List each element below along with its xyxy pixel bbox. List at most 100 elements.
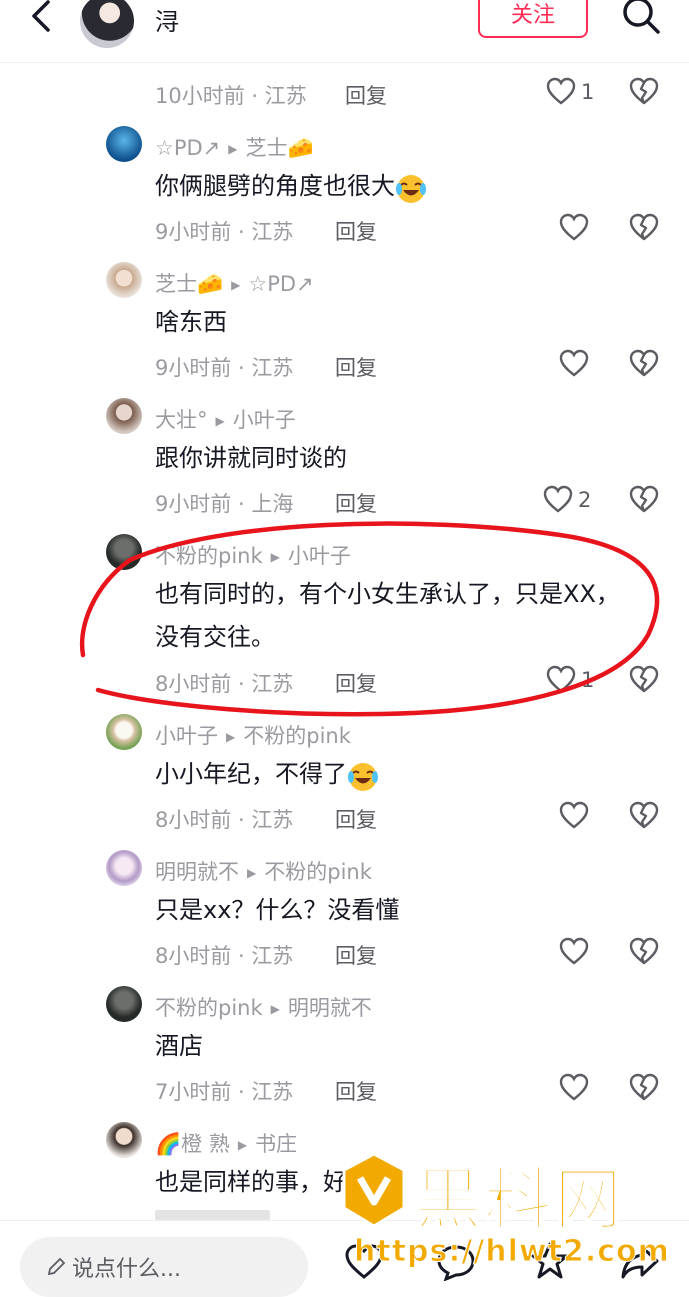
like-button[interactable]: 1 bbox=[545, 76, 605, 112]
reply-button[interactable]: 回复 bbox=[335, 216, 377, 246]
comment-avatar[interactable] bbox=[106, 714, 142, 750]
reply-button[interactable]: 回复 bbox=[335, 940, 377, 970]
like-button[interactable] bbox=[558, 936, 618, 972]
comment-text: 你俩腿劈的角度也很大 bbox=[155, 160, 427, 213]
comment-avatar[interactable] bbox=[106, 126, 142, 162]
broken-heart-icon bbox=[629, 665, 659, 693]
search-button[interactable] bbox=[618, 0, 664, 36]
dislike-button[interactable] bbox=[628, 936, 662, 972]
like-button[interactable]: 2 bbox=[542, 484, 602, 520]
comment-text: 跟你讲就同时谈的 bbox=[155, 444, 347, 472]
follow-button[interactable]: 关注 bbox=[478, 0, 588, 38]
comment-avatar[interactable] bbox=[106, 986, 142, 1022]
reply-arrow-icon: ▶ bbox=[231, 278, 241, 292]
comment-input[interactable]: 说点什么... bbox=[20, 1237, 308, 1297]
comment-meta: 9小时前 · 江苏 bbox=[155, 356, 294, 380]
reply-button[interactable]: 回复 bbox=[345, 80, 387, 110]
heart-icon bbox=[559, 349, 589, 377]
laugh-cry-emoji-icon bbox=[347, 759, 379, 791]
comment-bubble-icon[interactable] bbox=[436, 1243, 476, 1281]
reply-button[interactable]: 回复 bbox=[335, 352, 377, 382]
reply-button[interactable]: 回复 bbox=[335, 488, 377, 518]
comment-author[interactable]: 明明就不 bbox=[155, 860, 239, 884]
comment-meta: 9小时前 · 上海 bbox=[155, 492, 294, 516]
heart-icon bbox=[559, 213, 589, 241]
heart-icon[interactable] bbox=[344, 1243, 384, 1281]
reply-arrow-icon: ▶ bbox=[228, 142, 238, 156]
dislike-button[interactable] bbox=[628, 348, 662, 384]
comment-text: 啥东西 bbox=[155, 308, 227, 336]
reply-target[interactable]: 小叶子 bbox=[233, 408, 296, 432]
like-button[interactable] bbox=[558, 212, 618, 248]
comment-avatar[interactable] bbox=[106, 262, 142, 298]
search-icon bbox=[623, 0, 660, 34]
like-button[interactable] bbox=[558, 348, 618, 384]
reply-target[interactable]: 芝士🧀 bbox=[246, 136, 314, 160]
dislike-button[interactable] bbox=[628, 664, 662, 700]
comment-author[interactable]: 不粉的pink bbox=[155, 544, 263, 568]
broken-heart-icon bbox=[629, 213, 659, 241]
star-icon[interactable] bbox=[530, 1241, 570, 1281]
like-count: 1 bbox=[581, 668, 595, 692]
dislike-button[interactable] bbox=[628, 76, 662, 112]
broken-heart-icon bbox=[629, 801, 659, 829]
reply-button[interactable]: 回复 bbox=[335, 1076, 377, 1106]
laugh-cry-emoji-icon bbox=[395, 171, 427, 203]
dislike-button[interactable] bbox=[628, 484, 662, 520]
pencil-icon bbox=[47, 1257, 66, 1276]
comment-text: 小小年纪，不得了 bbox=[155, 748, 379, 801]
comment-author[interactable]: ☆PD↗ bbox=[155, 136, 220, 160]
comment-author[interactable]: 芝士🧀 bbox=[155, 272, 223, 296]
comment-text: 酒店 bbox=[155, 1032, 203, 1060]
user-name[interactable]: 浔 bbox=[155, 2, 179, 37]
reply-target[interactable]: 不粉的pink bbox=[243, 724, 351, 748]
comment-avatar[interactable] bbox=[106, 534, 142, 570]
heart-icon bbox=[559, 1073, 589, 1101]
heart-icon bbox=[546, 665, 576, 693]
reply-target[interactable]: 小叶子 bbox=[288, 544, 351, 568]
heart-icon bbox=[543, 485, 573, 513]
user-avatar[interactable] bbox=[80, 0, 134, 48]
comment-author[interactable]: 大壮° bbox=[155, 408, 208, 432]
reply-arrow-icon: ▶ bbox=[247, 866, 257, 880]
broken-heart-icon bbox=[629, 937, 659, 965]
share-icon[interactable] bbox=[620, 1243, 660, 1281]
bottom-input-bar: 说点什么... bbox=[0, 1220, 689, 1297]
heart-icon bbox=[546, 77, 576, 105]
reply-arrow-icon: ▶ bbox=[270, 1002, 280, 1016]
reply-target[interactable]: 不粉的pink bbox=[264, 860, 372, 884]
comment-meta: 9小时前 · 江苏 bbox=[155, 220, 294, 244]
broken-heart-icon bbox=[629, 77, 659, 105]
reply-button[interactable]: 回复 bbox=[335, 668, 377, 698]
comment-meta: 10小时前 · 江苏 bbox=[155, 84, 307, 108]
comment-avatar[interactable] bbox=[106, 850, 142, 886]
back-button[interactable] bbox=[22, 0, 62, 36]
reply-arrow-icon: ▶ bbox=[215, 414, 225, 428]
like-button[interactable]: 1 bbox=[545, 664, 605, 700]
comment-author[interactable]: 不粉的pink bbox=[155, 996, 263, 1020]
comment-text: 也是同样的事，好几个 bbox=[155, 1168, 395, 1196]
comment-avatar[interactable] bbox=[106, 1122, 142, 1158]
dislike-button[interactable] bbox=[628, 800, 662, 836]
reply-target[interactable]: 明明就不 bbox=[288, 996, 372, 1020]
broken-heart-icon bbox=[629, 1073, 659, 1101]
dislike-button[interactable] bbox=[628, 212, 662, 248]
dislike-button[interactable] bbox=[628, 1072, 662, 1108]
like-count: 2 bbox=[578, 488, 592, 512]
like-button[interactable] bbox=[558, 1072, 618, 1108]
comment-text-line-2: 没有交往。 bbox=[155, 623, 275, 651]
comment-author[interactable]: 🌈橙 熟 bbox=[155, 1132, 230, 1156]
comment-avatar[interactable] bbox=[106, 398, 142, 434]
heart-icon bbox=[559, 937, 589, 965]
reply-arrow-icon: ▶ bbox=[237, 1138, 248, 1152]
reply-arrow-icon: ▶ bbox=[270, 550, 280, 564]
broken-heart-icon bbox=[629, 485, 659, 513]
reply-button[interactable]: 回复 bbox=[335, 804, 377, 834]
comment-image-thumbnail[interactable] bbox=[155, 1210, 270, 1220]
reply-target[interactable]: 书庄 bbox=[255, 1132, 297, 1156]
like-button[interactable] bbox=[558, 800, 618, 836]
broken-heart-icon bbox=[629, 349, 659, 377]
reply-target[interactable]: ☆PD↗ bbox=[248, 272, 313, 296]
comment-author[interactable]: 小叶子 bbox=[155, 724, 218, 748]
like-count: 1 bbox=[581, 80, 595, 104]
